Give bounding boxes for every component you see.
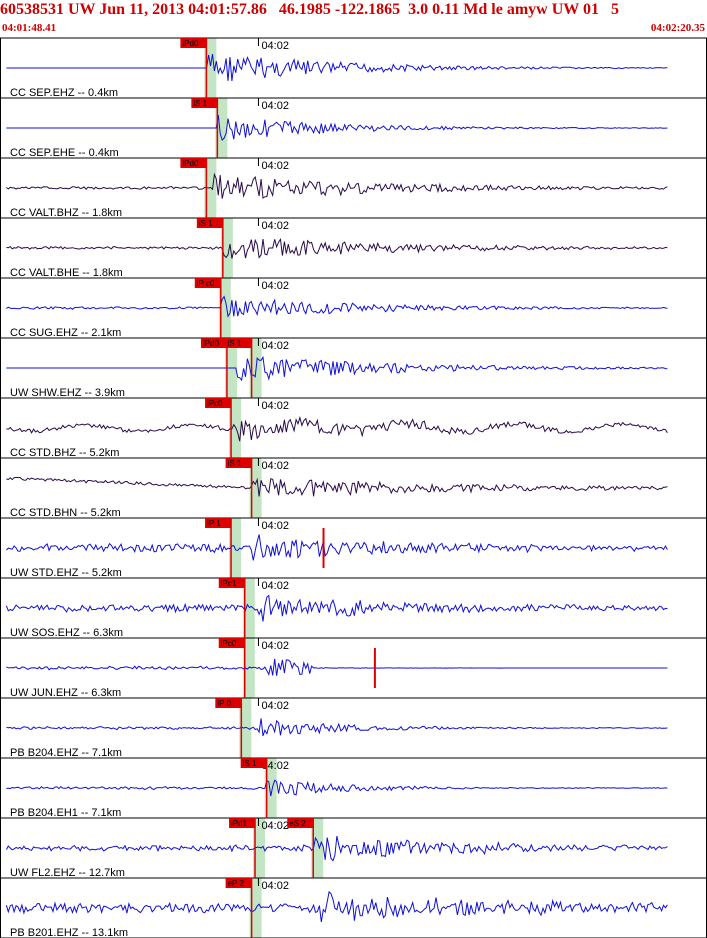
waveform-trace — [6, 476, 668, 497]
time-tick-label: 04:02 — [261, 340, 289, 352]
time-tick-label: 04:02 — [261, 520, 289, 532]
waveform-trace — [6, 114, 668, 141]
time-tick-label: 04:02 — [261, 880, 289, 892]
pick-label: iP 0 — [217, 699, 231, 708]
pick-label: iPd1 — [231, 819, 248, 828]
time-tick-label: 04:02 — [261, 820, 289, 832]
station-label: UW SOS.EHZ -- 6.3km — [10, 627, 123, 639]
pick-label: iPc0 — [221, 639, 237, 648]
waveform-trace — [6, 238, 668, 259]
waveform-trace — [5, 594, 668, 622]
time-tick-label: 04:02 — [261, 100, 289, 112]
pick-label: iPd0 — [182, 159, 199, 168]
waveform-trace — [6, 355, 668, 382]
station-label: UW JUN.EHZ -- 6.3km — [10, 687, 121, 699]
time-tick-label: 04:02 — [261, 460, 289, 472]
station-label: CC SEP.EHZ -- 0.4km — [10, 87, 118, 99]
time-tick-label: 04:02 — [261, 160, 289, 172]
waveform-trace — [6, 718, 668, 737]
pick-label: iP c0 — [197, 279, 215, 288]
waveform-trace — [6, 54, 668, 81]
waveform-trace — [5, 835, 668, 862]
time-tick-label: 04:02 — [261, 400, 289, 412]
station-label: CC VALT.BHE -- 1.8km — [10, 267, 123, 279]
waveform-trace — [6, 779, 668, 797]
time-tick-label: 04:02 — [261, 220, 289, 232]
station-label: CC SUG.EHZ -- 2.1km — [10, 327, 121, 339]
time-tick-label: 04:02 — [261, 40, 289, 52]
waveform-trace — [6, 658, 668, 676]
pick-label: iS 1 — [193, 99, 207, 108]
waveform-trace — [6, 534, 668, 561]
station-label: PB B204.EH1 -- 7.1km — [10, 807, 121, 819]
station-label: CC STD.BHN -- 5.2km — [10, 507, 121, 519]
station-label: CC SEP.EHE -- 0.4km — [10, 147, 119, 159]
waveform-trace — [6, 415, 668, 442]
station-label: CC STD.BHZ -- 5.2km — [10, 447, 119, 459]
waveform-trace — [6, 295, 668, 318]
pick-label: iPd0 — [203, 339, 220, 348]
waveform-trace — [6, 172, 668, 199]
pick-label: iS 1 — [243, 759, 257, 768]
station-label: UW STD.EHZ -- 5.2km — [10, 567, 122, 579]
time-tick-label: 04:02 — [261, 700, 289, 712]
pick-label: eP 2 — [228, 879, 245, 888]
pick-label: iS 1 — [199, 219, 213, 228]
pick-label: iS 1 — [228, 459, 242, 468]
pick-label: iPc1 — [221, 579, 237, 588]
pick-label: iP 1 — [207, 519, 221, 528]
time-tick-label: 04:02 — [261, 280, 289, 292]
pick-label: iS 1 — [228, 339, 242, 348]
pick-label: iPc0 — [207, 399, 223, 408]
pick-label: eS 2 — [289, 819, 306, 828]
time-tick-label: 04:02 — [261, 640, 289, 652]
seismogram-panel: 04:02 iPd0 CC SEP.EHZ -- 0.4km 04:02 iS 1 CC … — [0, 37, 707, 938]
station-label: UW FL2.EHZ -- 12.7km — [10, 867, 125, 879]
station-label: PB B204.EHZ -- 7.1km — [10, 747, 122, 759]
pick-label: iPd0 — [182, 39, 199, 48]
time-tick-label: 04:02 — [261, 580, 289, 592]
station-label: PB B201.EHZ -- 13.1km — [10, 927, 128, 938]
station-label: UW SHW.EHZ -- 3.9km — [10, 387, 125, 399]
waveform-trace — [5, 890, 668, 922]
station-label: CC VALT.BHZ -- 1.8km — [10, 207, 122, 219]
